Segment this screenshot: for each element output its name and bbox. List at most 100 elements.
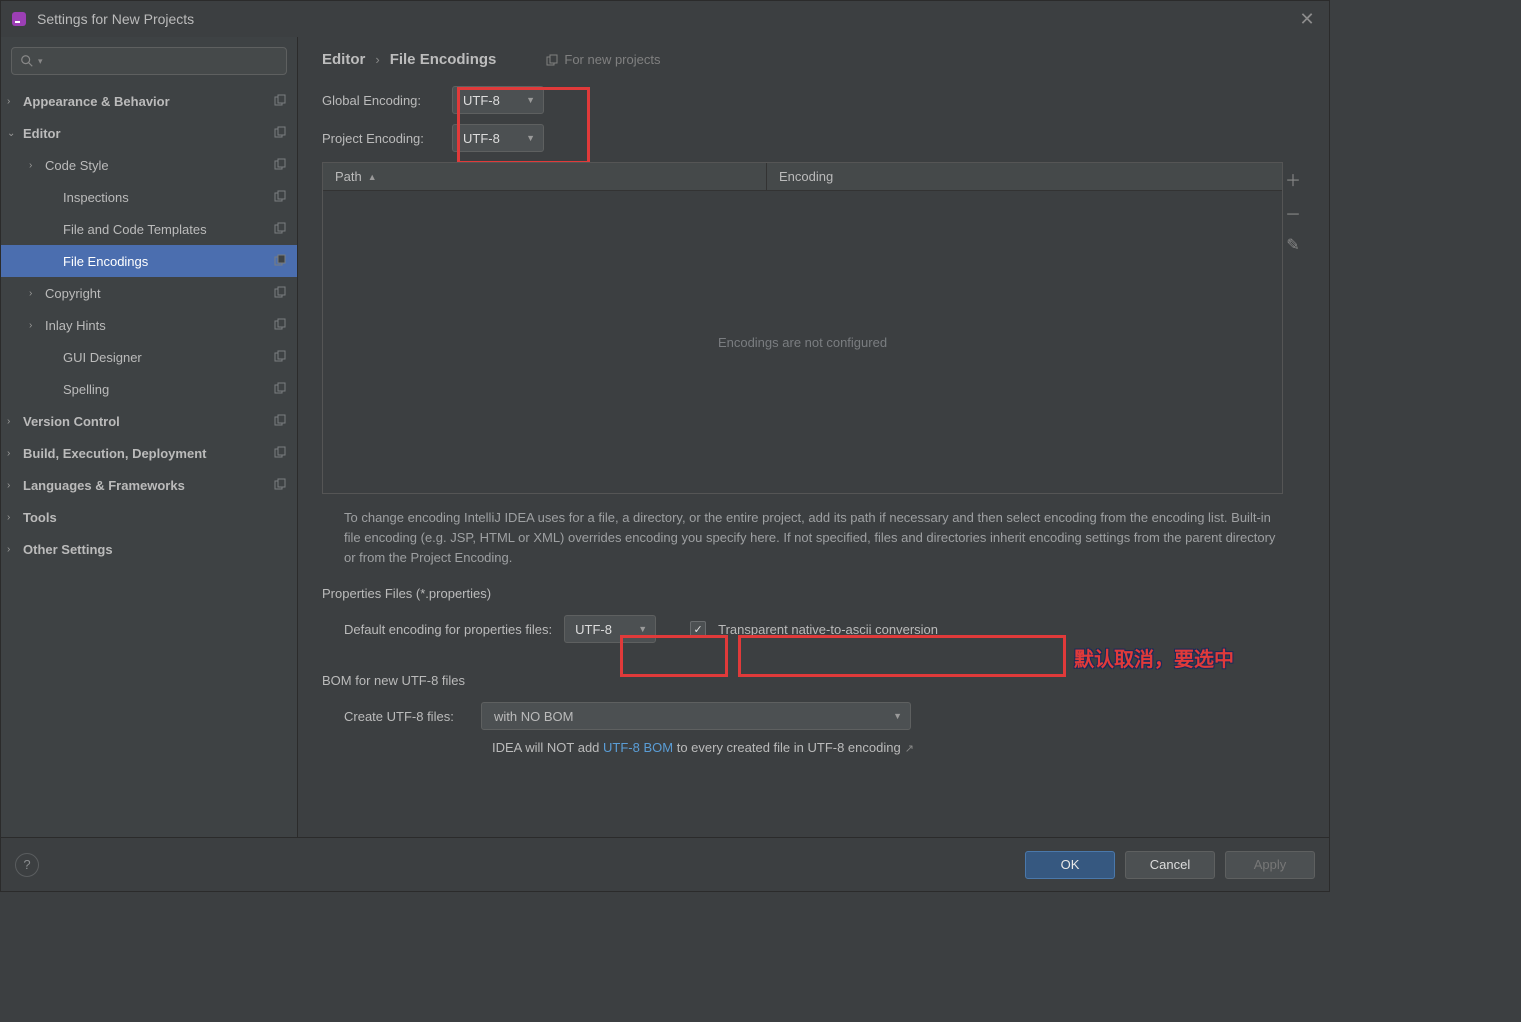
search-input[interactable]: ▾ — [11, 47, 287, 75]
modified-icon — [271, 94, 289, 109]
breadcrumb: Editor › File Encodings For new projects — [322, 51, 1283, 68]
dialog-footer: ? OK Cancel Apply — [1, 837, 1329, 891]
sidebar-item-spelling[interactable]: Spelling — [1, 373, 297, 405]
sidebar-item-label: Copyright — [45, 286, 271, 301]
bom-section-header: BOM for new UTF-8 files — [322, 673, 1283, 688]
remove-row-button[interactable]: － — [1285, 201, 1301, 225]
encoding-description: To change encoding IntelliJ IDEA uses fo… — [344, 508, 1283, 568]
search-chevron-icon: ▾ — [38, 56, 43, 67]
add-row-button[interactable]: ＋ — [1285, 167, 1301, 191]
sidebar-item-editor[interactable]: ⌄ Editor — [1, 117, 297, 149]
chevron-icon: › — [7, 96, 19, 107]
sidebar-item-label: Tools — [23, 510, 289, 525]
chevron-down-icon: ▼ — [526, 95, 535, 105]
sidebar-item-languages-frameworks[interactable]: › Languages & Frameworks — [1, 469, 297, 501]
modified-icon — [271, 126, 289, 141]
chevron-icon: › — [7, 480, 19, 491]
sidebar-item-file-encodings[interactable]: File Encodings — [1, 245, 297, 277]
properties-section-header: Properties Files (*.properties) — [322, 586, 1283, 601]
bom-hint: IDEA will NOT add UTF-8 BOM to every cre… — [492, 740, 1283, 755]
cancel-button[interactable]: Cancel — [1125, 851, 1215, 879]
global-encoding-label: Global Encoding: — [322, 93, 452, 108]
titlebar: Settings for New Projects ✕ — [1, 1, 1329, 37]
create-utf8-label: Create UTF-8 files: — [344, 709, 469, 724]
external-link-icon: ↗ — [905, 743, 914, 755]
project-encoding-dropdown[interactable]: UTF-8 ▼ — [452, 124, 544, 152]
properties-encoding-label: Default encoding for properties files: — [344, 622, 552, 637]
sidebar-item-label: Inspections — [63, 190, 271, 205]
sidebar-item-label: GUI Designer — [63, 350, 271, 365]
chevron-down-icon: ▼ — [638, 624, 647, 634]
modified-icon — [271, 350, 289, 365]
annotation-text: 默认取消，要选中 — [1074, 643, 1234, 672]
chevron-down-icon: ▼ — [893, 711, 902, 721]
close-icon[interactable]: ✕ — [1295, 9, 1319, 30]
create-utf8-dropdown[interactable]: with NO BOM ▼ — [481, 702, 911, 730]
chevron-icon: › — [7, 544, 19, 555]
sidebar-item-version-control[interactable]: › Version Control — [1, 405, 297, 437]
utf8-bom-link[interactable]: UTF-8 BOM — [603, 740, 673, 755]
sidebar-item-label: Inlay Hints — [45, 318, 271, 333]
modified-icon — [271, 286, 289, 301]
sidebar-item-label: Other Settings — [23, 542, 289, 557]
table-empty-text: Encodings are not configured — [323, 191, 1282, 493]
chevron-icon: ⌄ — [7, 128, 19, 139]
ok-button[interactable]: OK — [1025, 851, 1115, 879]
sidebar-item-appearance-behavior[interactable]: › Appearance & Behavior — [1, 85, 297, 117]
sidebar-item-inspections[interactable]: Inspections — [1, 181, 297, 213]
sort-asc-icon: ▲ — [368, 172, 377, 182]
chevron-right-icon: › — [375, 52, 379, 67]
properties-encoding-dropdown[interactable]: UTF-8 ▼ — [564, 615, 656, 643]
sidebar-item-file-and-code-templates[interactable]: File and Code Templates — [1, 213, 297, 245]
sidebar-item-label: Version Control — [23, 414, 271, 429]
modified-icon — [271, 190, 289, 205]
global-encoding-dropdown[interactable]: UTF-8 ▼ — [452, 86, 544, 114]
sidebar-item-label: Spelling — [63, 382, 271, 397]
chevron-icon: › — [29, 288, 41, 299]
chevron-icon: › — [7, 416, 19, 427]
table-header-encoding[interactable]: Encoding — [767, 163, 1282, 190]
duplicate-icon — [546, 54, 558, 66]
sidebar-item-label: File Encodings — [63, 254, 271, 269]
sidebar-item-label: Languages & Frameworks — [23, 478, 271, 493]
modified-icon — [271, 254, 289, 269]
chevron-icon: › — [29, 320, 41, 331]
chevron-icon: › — [7, 512, 19, 523]
encoding-table: Path ▲ Encoding Encodings are not config… — [322, 162, 1283, 494]
sidebar-item-other-settings[interactable]: › Other Settings — [1, 533, 297, 565]
content-area: Editor › File Encodings For new projects… — [298, 37, 1329, 837]
breadcrumb-editor[interactable]: Editor — [322, 51, 365, 68]
sidebar-item-label: Editor — [23, 126, 271, 141]
modified-icon — [271, 414, 289, 429]
edit-row-button[interactable]: ✎ — [1286, 235, 1299, 255]
project-encoding-label: Project Encoding: — [322, 131, 452, 146]
window-title: Settings for New Projects — [37, 11, 1295, 27]
transparent-ascii-label: Transparent native-to-ascii conversion — [718, 622, 938, 637]
modified-icon — [271, 446, 289, 461]
modified-icon — [271, 158, 289, 173]
sidebar-item-inlay-hints[interactable]: › Inlay Hints — [1, 309, 297, 341]
sidebar-item-label: Appearance & Behavior — [23, 94, 271, 109]
breadcrumb-file-encodings: File Encodings — [390, 51, 497, 68]
table-header-path[interactable]: Path ▲ — [323, 163, 767, 190]
sidebar-item-build-execution-deployment[interactable]: › Build, Execution, Deployment — [1, 437, 297, 469]
chevron-icon: › — [7, 448, 19, 459]
modified-icon — [271, 478, 289, 493]
sidebar-item-copyright[interactable]: › Copyright — [1, 277, 297, 309]
chevron-icon: › — [29, 160, 41, 171]
modified-icon — [271, 318, 289, 333]
sidebar-item-code-style[interactable]: ›Code Style — [1, 149, 297, 181]
help-button[interactable]: ? — [15, 853, 39, 877]
modified-icon — [271, 222, 289, 237]
sidebar-item-gui-designer[interactable]: GUI Designer — [1, 341, 297, 373]
chevron-down-icon: ▼ — [526, 133, 535, 143]
sidebar-item-label: Build, Execution, Deployment — [23, 446, 271, 461]
app-icon — [11, 11, 27, 27]
sidebar-item-tools[interactable]: › Tools — [1, 501, 297, 533]
breadcrumb-subtitle: For new projects — [546, 52, 660, 67]
sidebar: ▾ › Appearance & Behavior ⌄ Editor ›Code Sty… — [1, 37, 298, 837]
sidebar-item-label: File and Code Templates — [63, 222, 271, 237]
settings-tree: › Appearance & Behavior ⌄ Editor ›Code Style… — [1, 85, 297, 837]
transparent-ascii-checkbox[interactable]: ✓ — [690, 621, 706, 637]
apply-button[interactable]: Apply — [1225, 851, 1315, 879]
